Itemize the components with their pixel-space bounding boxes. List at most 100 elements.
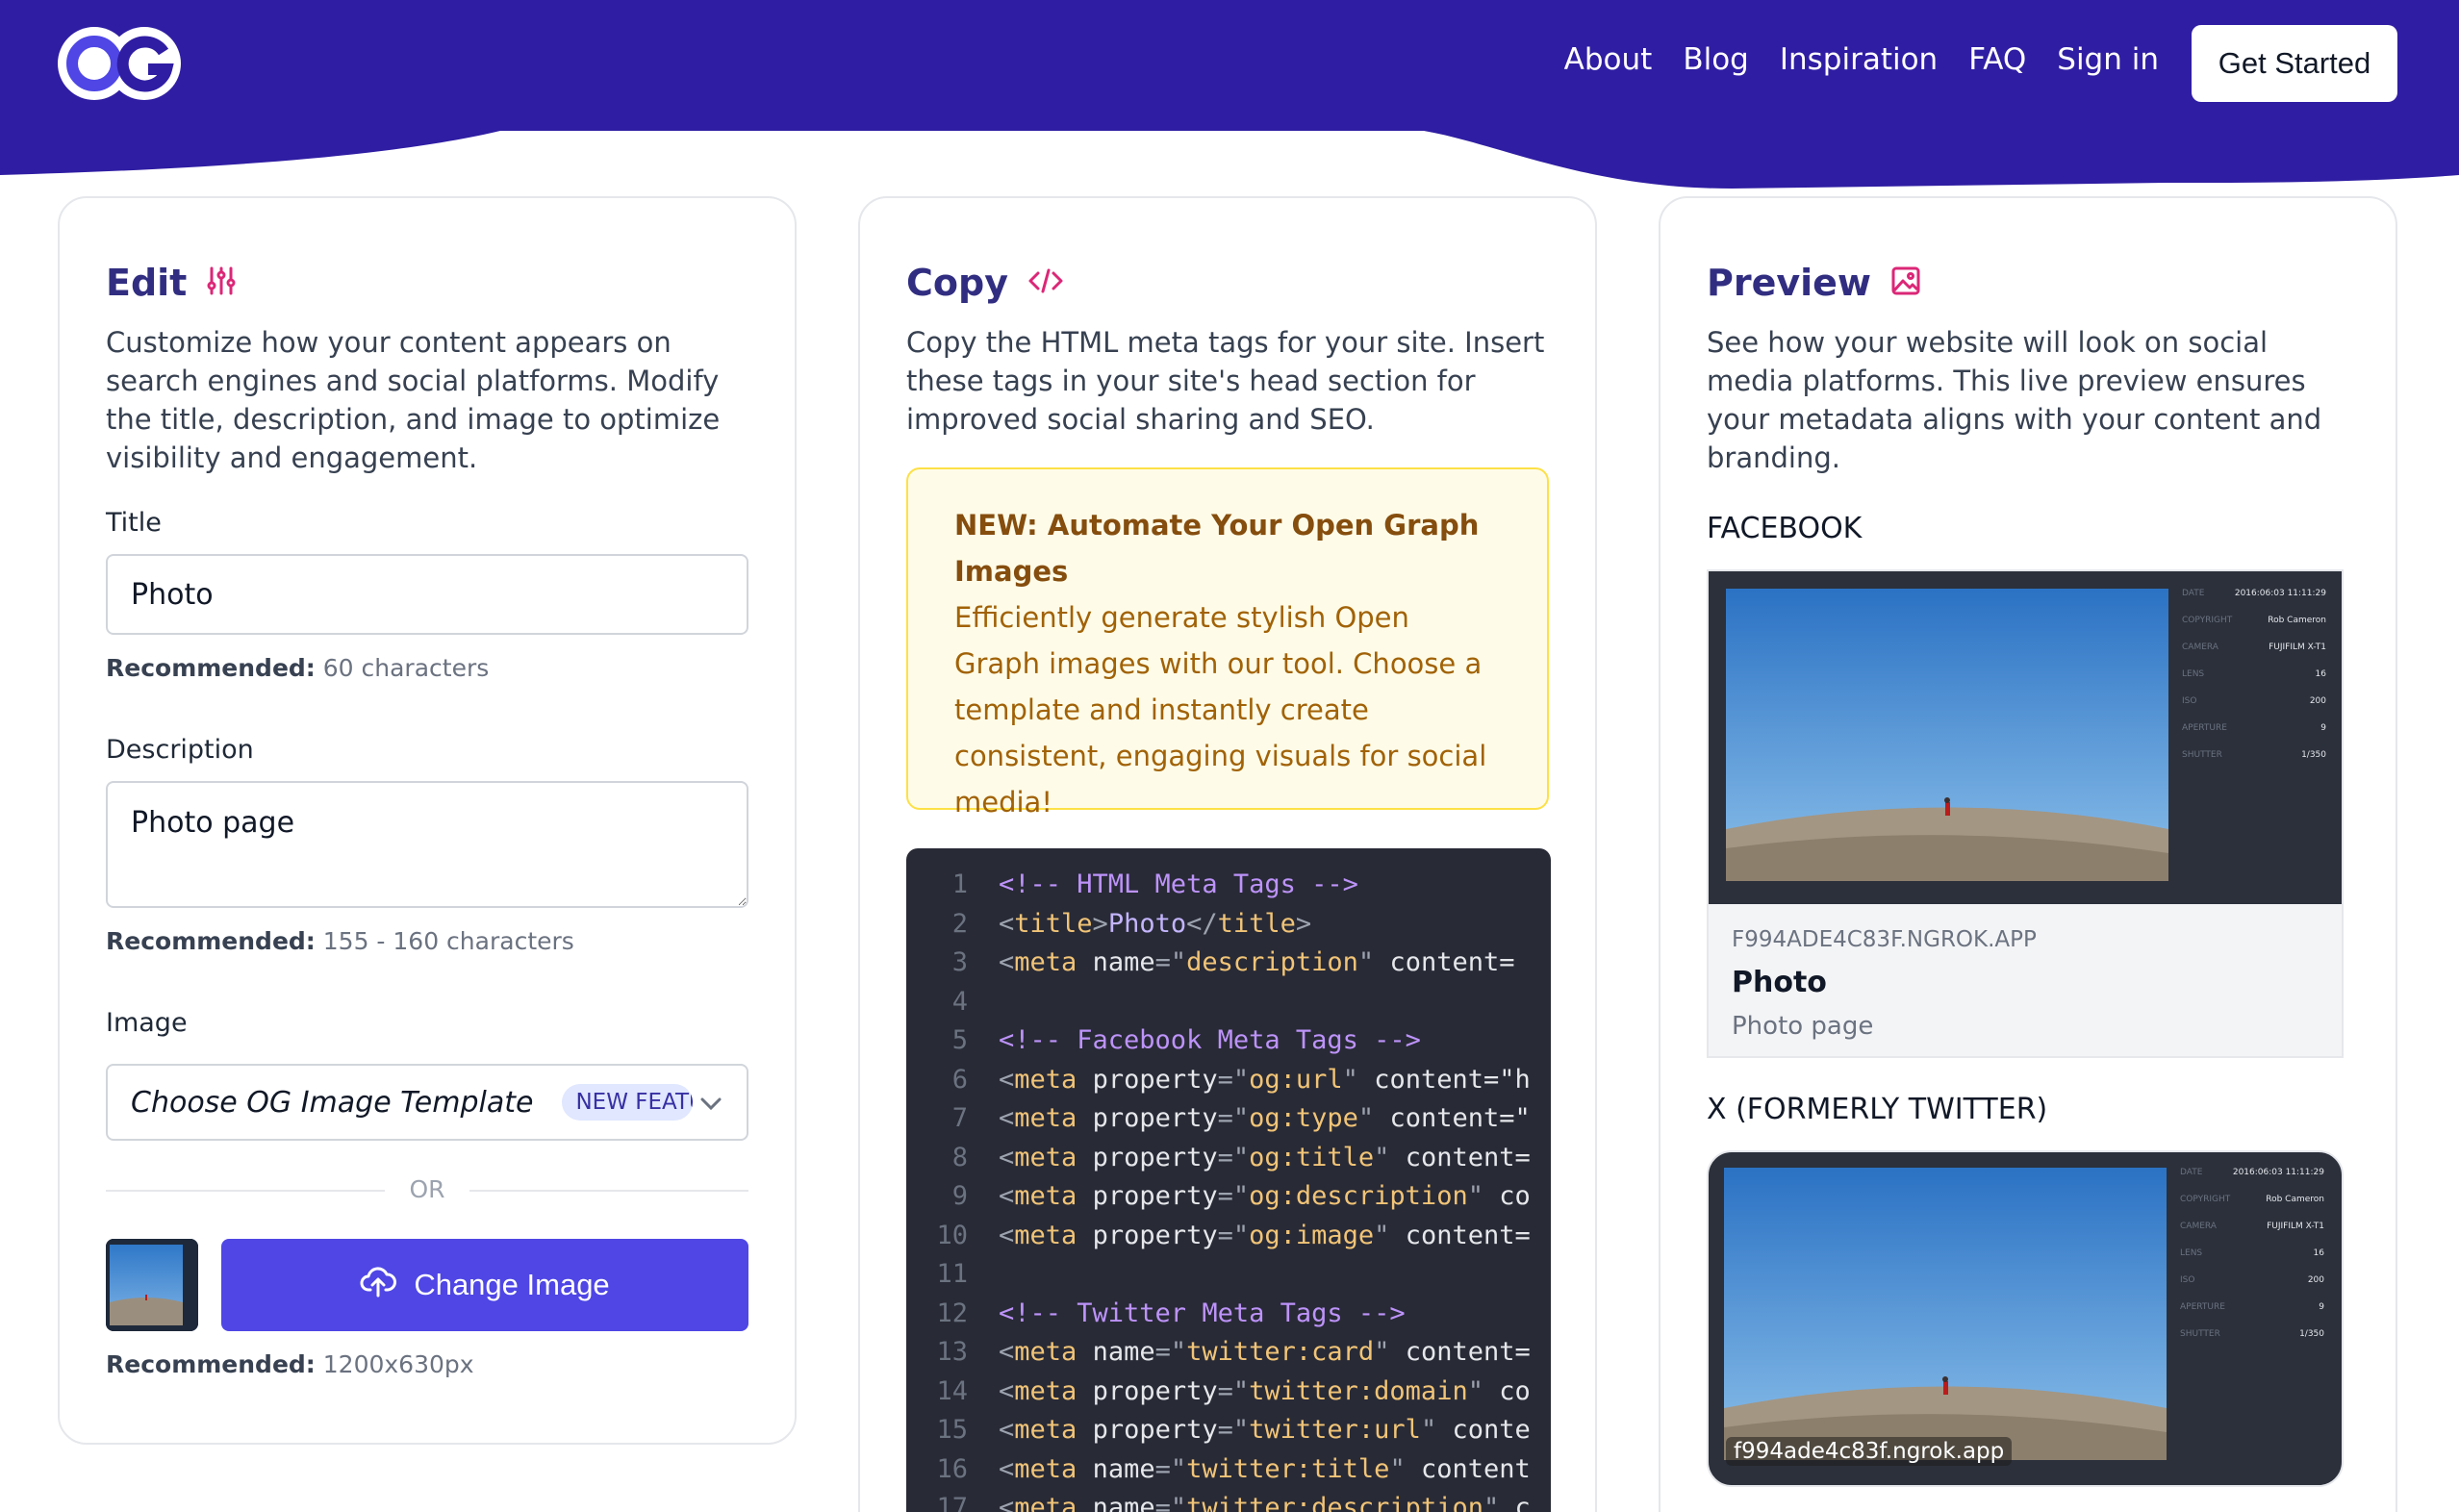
photo-meta-row: CAMERA FUJIFILM X-T1 [2180,1222,2324,1248]
x-photo-meta-list: DATE 2016:06:03 11:11:29 COPYRIGHT Rob Came… [2180,1168,2324,1356]
code-text: <meta property="og:description" co [999,1181,1531,1211]
photo-meta-value: 2016:06:03 11:11:29 [2234,589,2326,598]
get-started-button[interactable]: Get Started [2192,25,2397,102]
site-header: About Blog Inspiration FAQ Sign in Get S… [0,0,2459,202]
change-image-button[interactable]: Change Image [221,1239,748,1331]
image-hint-label: Recommended: [106,1350,316,1378]
facebook-og-image: DATE 2016:06:03 11:11:29 COPYRIGHT Rob Came… [1709,571,2342,904]
line-number: 2 [951,908,968,939]
code-text: <!-- HTML Meta Tags --> [999,869,1358,899]
preview-card: Preview See how your website will look o… [1659,196,2397,1512]
line-number: 9 [951,1181,968,1211]
photo-meta-key: COPYRIGHT [2180,1195,2231,1204]
code-text: <meta name="twitter:card" content= [999,1337,1531,1367]
line-number: 17 [936,1493,968,1512]
line-number: 15 [936,1415,968,1445]
facebook-preview-card[interactable]: DATE 2016:06:03 11:11:29 COPYRIGHT Rob Came… [1707,569,2344,1058]
photo-meta-row: ISO 200 [2180,1275,2324,1302]
sliders-icon [206,265,237,300]
code-text: <meta name="twitter:title" content [999,1453,1531,1484]
edit-title: Edit [106,262,188,304]
copy-description: Copy the HTML meta tags for your site. I… [906,326,1545,436]
photo-meta-row: CAMERA FUJIFILM X-T1 [2182,643,2326,669]
photo-meta-key: DATE [2180,1168,2203,1177]
line-number: 14 [936,1375,968,1406]
photo-meta-value: 16 [2313,1248,2324,1258]
nav-blog[interactable]: Blog [1683,42,1749,77]
line-number: 1 [951,869,968,899]
line-number: 13 [936,1337,968,1367]
photo-meta-value: 9 [2320,723,2326,733]
image-label: Image [106,1008,188,1038]
photo-meta-key: COPYRIGHT [2182,616,2233,625]
edit-description: Customize how your content appears on se… [106,326,721,474]
title-hint-value: 60 characters [322,654,490,682]
cloud-upload-icon [360,1263,397,1307]
photo-meta-value: Rob Cameron [2268,616,2326,625]
photo-meta-row: SHUTTER 1/350 [2182,750,2326,777]
code-text: <title>Photo</title> [999,908,1312,939]
edit-card: Edit Customize how your content appears … [58,196,797,1445]
nav-inspiration[interactable]: Inspiration [1780,42,1938,77]
chevron-down-icon [697,1089,725,1121]
description-hint: Recommended: 155 - 160 characters [106,927,574,955]
photo-meta-row: SHUTTER 1/350 [2180,1329,2324,1356]
line-number: 7 [951,1103,968,1133]
line-number: 8 [951,1142,968,1172]
automate-notice: NEW: Automate Your Open Graph Images Eff… [906,467,1549,819]
photo-meta-value: 9 [2319,1302,2324,1312]
line-number: 3 [951,947,968,977]
description-textarea[interactable]: Photo page [106,781,748,908]
header-wave [0,0,2459,189]
image-hint: Recommended: 1200x630px [106,1350,474,1378]
code-text: <meta property="og:url" content="h [999,1064,1531,1095]
main-nav: About Blog Inspiration FAQ Sign in [1564,42,2159,77]
meta-tags-code-block[interactable]: 1 <!-- HTML Meta Tags --> 2 <title>Photo</t… [906,848,1551,1512]
nav-faq[interactable]: FAQ [1968,42,2026,77]
description-hint-value: 155 - 160 characters [322,927,574,955]
title-label: Title [106,508,162,538]
photo-meta-row: ISO 200 [2182,696,2326,723]
photo-meta-row: LENS 16 [2180,1248,2324,1275]
og-logo[interactable] [56,25,183,102]
title-input[interactable] [106,554,748,635]
or-divider: OR [106,1175,748,1204]
photo-meta-value: Rob Cameron [2266,1195,2324,1204]
facebook-title: Photo [1732,966,1827,999]
photo-meta-row: DATE 2016:06:03 11:11:29 [2182,589,2326,616]
nav-about[interactable]: About [1564,42,1653,77]
line-number: 10 [936,1220,968,1250]
nav-sign-in[interactable]: Sign in [2057,42,2159,77]
code-text: <meta name="description" content= [999,947,1515,977]
code-icon [1027,265,1064,300]
photo-meta-value: 200 [2309,696,2326,706]
facebook-domain: F994ADE4C83F.NGROK.APP [1732,927,2037,952]
description-hint-label: Recommended: [106,927,316,955]
x-og-photo [1724,1168,2167,1460]
copy-title: Copy [906,262,1008,304]
new-feature-badge: NEW FEATURE [562,1084,694,1121]
og-template-select[interactable]: Choose OG Image Template NEW FEATURE [106,1064,748,1141]
photo-meta-key: LENS [2180,1248,2203,1258]
image-hint-value: 1200x630px [322,1350,474,1378]
description-label: Description [106,735,254,765]
photo-meta-row: APERTURE 9 [2182,723,2326,750]
line-number: 5 [951,1025,968,1055]
facebook-label: FACEBOOK [1707,512,1863,545]
preview-description: See how your website will look on social… [1707,326,2322,474]
photo-meta-value: FUJIFILM X-T1 [2267,1222,2324,1231]
photo-meta-key: LENS [2182,669,2205,679]
photo-meta-key: APERTURE [2182,723,2227,733]
code-text: <!-- Twitter Meta Tags --> [999,1298,1406,1328]
photo-meta-value: FUJIFILM X-T1 [2269,643,2326,652]
x-label: X (FORMERLY TWITTER) [1707,1093,2048,1126]
photo-meta-row: LENS 16 [2182,669,2326,696]
photo-meta-key: CAMERA [2182,643,2218,652]
line-number: 11 [936,1259,968,1289]
x-preview-card[interactable]: DATE 2016:06:03 11:11:29 COPYRIGHT Rob Came… [1707,1150,2344,1487]
photo-meta-row: COPYRIGHT Rob Cameron [2180,1195,2324,1222]
line-number: 4 [951,986,968,1017]
photo-meta-key: APERTURE [2180,1302,2225,1312]
notice-title: NEW: Automate Your Open Graph Images [954,509,1480,588]
code-text: <meta property="og:type" content=" [999,1103,1531,1133]
